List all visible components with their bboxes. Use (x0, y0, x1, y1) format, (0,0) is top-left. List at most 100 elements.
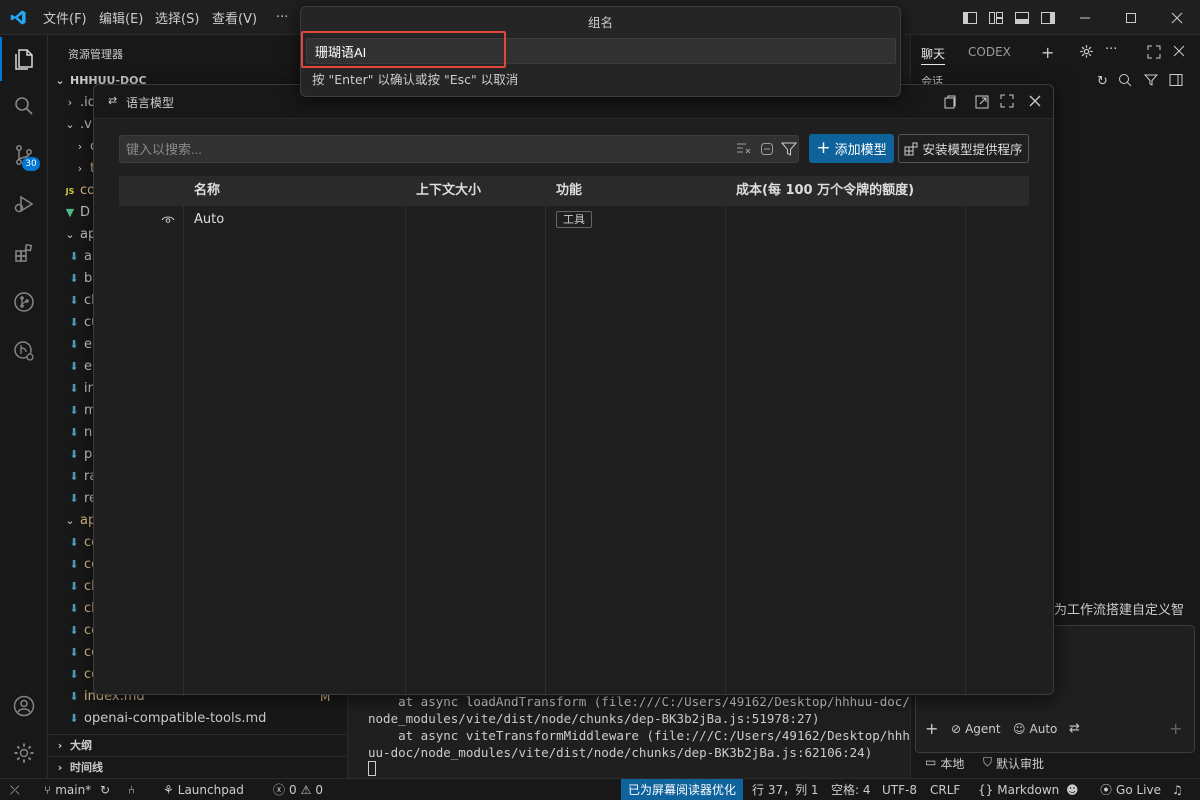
explorer-item[interactable]: ▼ D (64, 202, 90, 224)
markdown-icon: ⬇ (69, 690, 79, 703)
minimize-icon[interactable] (1062, 0, 1108, 35)
close-window-icon[interactable] (1154, 0, 1200, 35)
explorer-item[interactable]: JS co (64, 180, 95, 202)
fullscreen-icon[interactable] (1000, 94, 1014, 108)
add-model-button[interactable]: + 添加模型 (809, 134, 894, 163)
default-approval[interactable]: ⛉ 默认审批 (983, 755, 1044, 772)
explorer-item[interactable]: ⬇ cl (68, 576, 94, 598)
explorer-item-label: b (84, 271, 93, 286)
model-picker[interactable]: ☺ Auto (1013, 722, 1057, 736)
go-live-status[interactable]: ⦿ Go Live (1100, 779, 1161, 800)
account-icon[interactable] (0, 682, 48, 730)
layout-toggle-icon[interactable] (1169, 73, 1183, 87)
warning-icon: ⚠ (300, 783, 312, 797)
column-name[interactable]: 名称 (194, 176, 220, 206)
explorer-icon[interactable] (0, 35, 48, 83)
explorer-item[interactable]: ⬇ b (68, 268, 92, 290)
git-graph-icon[interactable] (0, 278, 48, 326)
explorer-item[interactable]: ⬇ p (68, 444, 92, 466)
indentation-status[interactable]: 空格: 4 (831, 779, 871, 800)
timeline-section[interactable]: › 时间线 (54, 757, 103, 779)
file-openai-compatible-tools[interactable]: ⬇ openai-compatible-tools.md (68, 708, 266, 730)
sync-icon[interactable]: ↻ (100, 779, 110, 800)
refresh-icon[interactable]: ↻ (1097, 74, 1108, 89)
menu-edit[interactable]: 编辑(E) (99, 0, 143, 35)
column-cost[interactable]: 成本(每 100 万个令牌的额度) (736, 176, 914, 206)
explorer-item[interactable]: ⬇ a (68, 246, 92, 268)
chevron-icon: › (77, 140, 83, 153)
remote-indicator-icon[interactable]: ⤫ (10, 779, 20, 800)
explorer-title: 资源管理器 (68, 48, 123, 61)
explorer-item[interactable]: ⬇ cl (68, 290, 94, 312)
notifications-icon[interactable]: ♫ (1172, 779, 1183, 800)
toggle-primary-sidebar-icon[interactable] (960, 8, 980, 28)
menu-more[interactable]: ··· (276, 0, 288, 35)
model-search-box[interactable] (119, 135, 799, 163)
send-icon[interactable]: + (1169, 719, 1182, 738)
open-in-editor-icon[interactable] (974, 94, 990, 110)
maximize-panel-icon[interactable] (1147, 45, 1161, 59)
local-target[interactable]: ▭ 本地 (925, 755, 964, 772)
menu-selection[interactable]: 选择(S) (155, 0, 199, 35)
menu-view[interactable]: 查看(V) (212, 0, 257, 35)
terminal-line: at async viteTransformMiddleware (file:/… (368, 728, 910, 743)
dialog-title: 语言模型 (126, 96, 175, 110)
collapse-icon[interactable] (760, 142, 774, 156)
explorer-item[interactable]: ⬇ e (68, 356, 92, 378)
filter-icon[interactable] (1144, 73, 1158, 87)
explorer-item[interactable]: ⬇ n (68, 422, 92, 444)
explorer-item[interactable]: ⬇ e (68, 334, 92, 356)
language-mode[interactable]: {} Markdown (978, 779, 1059, 800)
explorer-item[interactable]: ⬇ cl (68, 598, 94, 620)
group-name-input[interactable] (307, 39, 895, 63)
git-graph-status-icon[interactable]: ⑃ (128, 779, 135, 800)
eye-icon[interactable] (161, 213, 175, 227)
close-panel-icon[interactable] (1173, 45, 1185, 57)
table-row[interactable]: Auto 工具 (119, 209, 1029, 233)
monitor-icon: ▭ (925, 755, 937, 769)
new-chat-icon[interactable]: + (1041, 43, 1054, 62)
screen-reader-status[interactable]: 已为屏幕阅读器优化 (621, 779, 744, 800)
cursor-position[interactable]: 行 37，列 1 (752, 779, 819, 800)
manage-gear-icon[interactable] (0, 729, 48, 777)
extensions-icon[interactable] (0, 229, 48, 277)
toggle-panel-icon[interactable] (1012, 8, 1032, 28)
tab-codex[interactable]: CODEX (968, 45, 1011, 59)
problems-status[interactable]: ⓧ 0 ⚠ 0 (273, 779, 323, 800)
maximize-icon[interactable] (1108, 0, 1154, 35)
group-name-input-box[interactable] (306, 38, 896, 64)
encoding-status[interactable]: UTF-8 (882, 779, 917, 800)
markdown-icon: ⬇ (69, 338, 79, 351)
more-actions-icon[interactable]: ··· (1105, 42, 1117, 57)
launchpad-status[interactable]: ⚘ Launchpad (163, 779, 244, 800)
close-dialog-icon[interactable] (1029, 95, 1041, 107)
model-search-input[interactable] (120, 136, 720, 162)
tools-config-icon[interactable]: ⇄ (1069, 721, 1080, 736)
remote-explorer-icon[interactable] (0, 327, 48, 375)
attach-add-icon[interactable]: + (925, 719, 938, 738)
settings-gear-icon[interactable] (1079, 44, 1094, 59)
column-context-size[interactable]: 上下文大小 (416, 176, 481, 206)
filter-icon[interactable] (781, 141, 797, 157)
eol-status[interactable]: CRLF (930, 779, 960, 800)
activity-bar: 30 (0, 35, 48, 778)
tab-chat[interactable]: 聊天 (921, 45, 946, 65)
search-icon[interactable] (0, 82, 48, 130)
explorer-item[interactable]: ⬇ ir (68, 378, 93, 400)
outline-section[interactable]: › 大纲 (54, 735, 92, 757)
chat-suggestion-hint: 为工作流搭建自定义智 (1054, 603, 1185, 618)
source-control-icon[interactable] (0, 131, 48, 179)
column-capabilities[interactable]: 功能 (556, 176, 582, 206)
copilot-icon[interactable]: ☻ (1066, 779, 1079, 800)
agent-mode-picker[interactable]: ⊘ Agent (951, 722, 1001, 736)
toggle-secondary-sidebar-icon[interactable] (1038, 8, 1058, 28)
customize-layout-icon[interactable] (986, 8, 1006, 28)
vscode-logo-icon (10, 9, 27, 26)
menu-file[interactable]: 文件(F) (43, 0, 87, 35)
branch-indicator[interactable]: ⑂ main* (44, 779, 91, 800)
install-provider-button[interactable]: 安装模型提供程序 (898, 134, 1029, 163)
run-debug-icon[interactable] (0, 180, 48, 228)
clear-filter-icon[interactable] (736, 141, 752, 157)
copy-icon[interactable] (942, 94, 958, 110)
search-sessions-icon[interactable] (1118, 73, 1132, 87)
